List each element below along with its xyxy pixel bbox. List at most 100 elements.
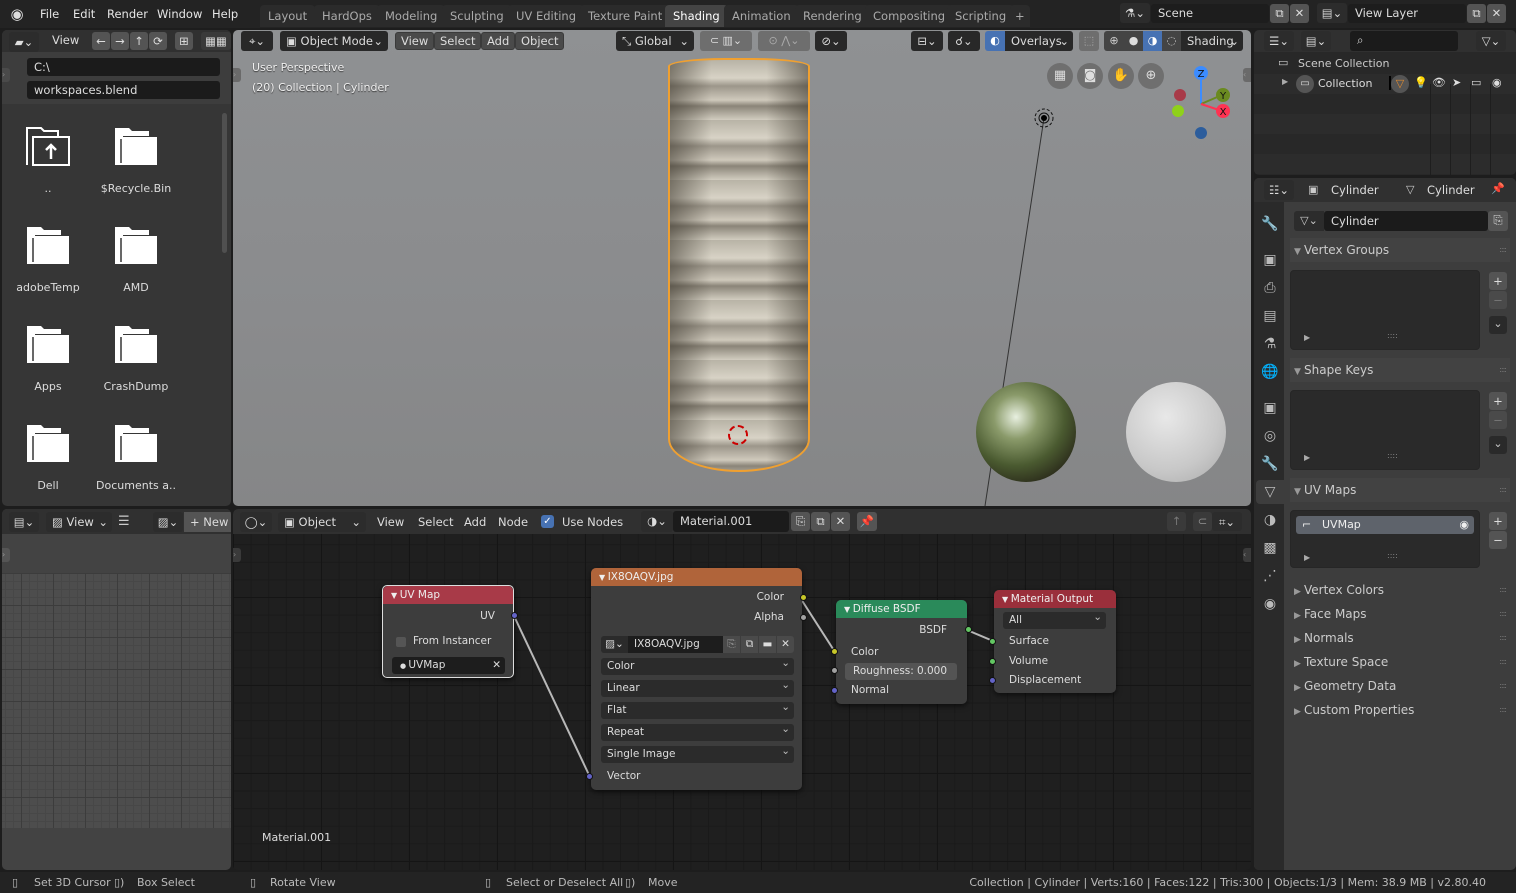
vertex-groups-specials-button[interactable]: ⌄ [1489, 316, 1507, 334]
filename-field[interactable]: workspaces.blend [27, 81, 220, 99]
panel-shape-keys[interactable]: ▼ Shape Keys:::: [1290, 358, 1510, 382]
editor-type-button[interactable]: ▤⌄ [9, 512, 39, 532]
panel-uv-maps[interactable]: ▼ UV Maps:::: [1290, 478, 1510, 502]
file-item[interactable]: .. [4, 125, 92, 215]
proportional-edit-toggle[interactable]: ⊙ ⋀⌄ [758, 31, 810, 51]
toolbar-expand-handle[interactable]: › [233, 68, 241, 82]
panel-face-maps[interactable]: ▶ Face Maps:::: [1290, 602, 1510, 626]
view-menu[interactable]: ▨ View ⌄ [46, 512, 112, 532]
file-item[interactable]: adobeTemp [4, 224, 92, 314]
viewport-3d[interactable]: ⌖⌄ ▣ Object Mode ⌄ View Select Add Object… [233, 30, 1251, 506]
shape-keys-list[interactable]: ▶:::: [1290, 390, 1480, 470]
fake-user-button[interactable]: ⎘ [1488, 211, 1508, 231]
drag-handle-icon[interactable]: :::: [1499, 578, 1507, 602]
clear-icon[interactable]: ✕ [492, 657, 501, 674]
mesh-browse-button[interactable]: ▽⌄ [1294, 211, 1324, 231]
tab-compositing[interactable]: Compositing [865, 5, 954, 27]
new-view-layer-button[interactable]: ⧉ [1467, 4, 1486, 23]
file-item[interactable]: CrashDump [92, 323, 180, 413]
rendered-shading-button[interactable]: ◌ [1162, 31, 1181, 51]
gizmo-dropdown[interactable]: ☌⌄ [948, 31, 980, 51]
image-name-field[interactable]: IX8OAQV.jpg [628, 636, 723, 653]
surface-input-socket[interactable] [989, 638, 996, 645]
vertex-groups-add-button[interactable]: + [1489, 272, 1507, 290]
add-workspace-button[interactable]: + [1010, 5, 1030, 27]
drag-handle-icon[interactable]: :::: [1499, 674, 1507, 698]
tab-render[interactable]: ▣ [1258, 248, 1282, 272]
visibility-dropdown[interactable]: ⊟⌄ [911, 31, 943, 51]
viewport-menu-select[interactable]: Select [434, 32, 482, 50]
pan-view-button[interactable]: ✋ [1108, 63, 1134, 89]
outliner-row-scene-collection[interactable]: ▭ Scene Collection [1254, 54, 1516, 74]
tab-hardops[interactable]: HardOps [314, 5, 380, 27]
tab-shading[interactable]: Shading [665, 5, 728, 27]
expand-arrow-icon[interactable]: ▶ [1304, 453, 1310, 462]
display-mode-button[interactable]: ▦▦ [201, 32, 231, 50]
uv-grid[interactable] [2, 573, 231, 828]
pin-icon[interactable]: 📌 [1491, 182, 1505, 195]
node-uv-map[interactable]: ▼ UV Map UV From Instancer ● UVMap ✕ [382, 585, 518, 678]
open-image-button[interactable]: ▬ [759, 636, 776, 653]
normal-input-socket[interactable] [831, 687, 838, 694]
panel-vertex-groups[interactable]: ▼ Vertex Groups:::: [1290, 238, 1510, 262]
camera-render-icon[interactable]: ◉ [1492, 76, 1502, 89]
tab-object[interactable]: ▣ [1258, 396, 1282, 420]
tab-tool[interactable]: 🔧 [1258, 212, 1282, 236]
scene-name-field[interactable]: Scene [1151, 4, 1269, 23]
snap-toggle[interactable]: ⊂ ▥⌄ [700, 31, 752, 51]
light-bulb-icon[interactable]: 💡 [1414, 76, 1428, 89]
node-material-output[interactable]: ▼ Material Output All Surface Volume Dis… [989, 590, 1116, 693]
new-scene-button[interactable]: ⧉ [1270, 4, 1289, 23]
transform-orientation-dropdown[interactable]: ⤡ Global ⌄ [616, 31, 694, 51]
pivot-dropdown[interactable]: ⊘⌄ [815, 31, 847, 51]
resize-grip-icon[interactable]: :::: [1387, 331, 1398, 340]
node-image-texture[interactable]: ▼ IX8OAQV.jpg Color Alpha ▨⌄ IX8OAQV.jpg… [586, 568, 807, 790]
gizmo-neg-y[interactable] [1172, 105, 1184, 117]
color-input-socket[interactable] [831, 648, 838, 655]
drag-handle-icon[interactable]: :::: [1499, 238, 1507, 262]
shape-keys-specials-button[interactable]: ⌄ [1489, 436, 1507, 454]
view-menu[interactable]: View [52, 33, 79, 47]
color-space-dropdown[interactable]: Color [601, 655, 794, 675]
material-shading-button[interactable]: ◑ [1143, 31, 1162, 51]
uv-maps-remove-button[interactable]: − [1489, 531, 1507, 549]
tab-sculpting[interactable]: Sculpting [442, 5, 512, 27]
zoom-view-button[interactable]: ⊕ [1138, 63, 1164, 89]
panel-normals[interactable]: ▶ Normals:::: [1290, 626, 1510, 650]
tab-mesh-data[interactable]: ▽ [1256, 480, 1284, 504]
new-image-button[interactable]: + New [184, 512, 231, 532]
tab-modifiers[interactable]: 🔧 [1258, 452, 1282, 476]
panel-geometry-data[interactable]: ▶ Geometry Data:::: [1290, 674, 1510, 698]
editor-type-button[interactable]: ⌖⌄ [241, 31, 273, 51]
file-item[interactable]: $Recycle.Bin [92, 125, 180, 215]
uv-maps-list[interactable]: ⌐ UVMap ◉ ▶:::: [1290, 510, 1480, 568]
scrollbar[interactable] [222, 113, 227, 253]
directory-path-field[interactable]: C:\ [27, 58, 220, 76]
sidebar-expand-handle[interactable]: ‹ [1243, 68, 1251, 82]
overlays-dropdown[interactable]: Overlays ⌄ [1005, 31, 1073, 51]
editor-type-button[interactable]: ☷⌄ [1264, 180, 1294, 200]
scene-selector-button[interactable]: ⚗⌄ [1120, 3, 1150, 23]
expand-arrow-icon[interactable]: ▶ [1304, 333, 1310, 342]
camera-view-button[interactable]: ◙ [1077, 63, 1103, 89]
node-header[interactable]: ▼ Diffuse BSDF [836, 600, 967, 618]
displacement-input-socket[interactable] [989, 677, 996, 684]
outliner-row-collection[interactable]: ▶ ▭ Collection ▽ 💡 👁 ➤ ▭ ◉ [1254, 74, 1516, 94]
tab-particles[interactable]: ⋰ [1258, 564, 1282, 588]
alpha-output-socket[interactable] [800, 614, 807, 621]
tab-scene[interactable]: ⚗ [1258, 332, 1282, 356]
gizmo-neg-z[interactable] [1195, 127, 1207, 139]
view-layer-selector-button[interactable]: ▤⌄ [1317, 3, 1347, 23]
color-output-socket[interactable] [800, 594, 807, 601]
viewport-menu-add[interactable]: Add [481, 32, 516, 50]
expand-arrow-icon[interactable]: ▶ [1282, 77, 1288, 86]
drag-handle-icon[interactable]: :::: [1499, 650, 1507, 674]
tab-constraints[interactable]: ◎ [1258, 424, 1282, 448]
delete-view-layer-button[interactable]: ✕ [1487, 4, 1506, 23]
filter-button[interactable]: ▽⌄ [1476, 31, 1506, 51]
expand-toolbar-handle[interactable]: › [2, 68, 10, 82]
source-dropdown[interactable]: Single Image [601, 743, 794, 763]
resize-grip-icon[interactable]: :::: [1387, 551, 1398, 560]
tab-rendering[interactable]: Rendering [795, 5, 870, 27]
monitor-icon[interactable]: ▭ [1471, 76, 1481, 89]
